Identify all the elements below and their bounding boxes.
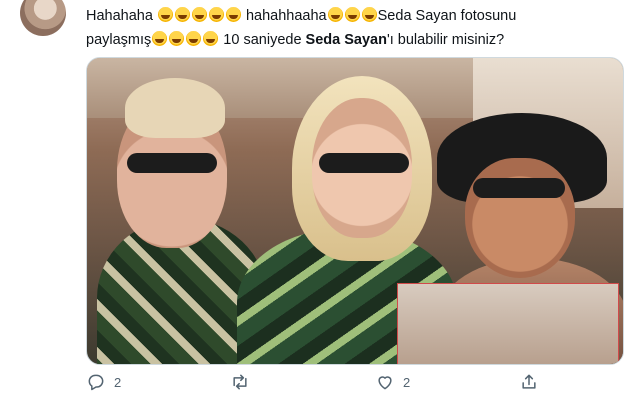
reply-button[interactable]: 2 [86,372,121,392]
share-button[interactable] [519,372,539,392]
tweet-actions: 2 2 [86,372,616,398]
sunglasses [127,153,217,173]
share-icon [522,374,536,389]
tweet-text: Hahahaha hahahhaaha Seda Sayan fotosunu p… [86,4,616,52]
like-count: 2 [403,374,411,390]
sunglasses [473,178,565,198]
tweet-text-part: 'ı bulabilir misiniz? [386,32,505,48]
rofl-emoji-icon [186,31,202,46]
like-button[interactable]: 2 [375,372,410,392]
rofl-emoji-icon [344,7,360,22]
rofl-emoji-icon [157,7,173,22]
person-left-hair [125,78,225,138]
rofl-emoji-icon [152,31,168,46]
tweet-text-part: Hahahaha [86,8,153,24]
rofl-emoji-icon [327,7,343,22]
person-right-face [465,158,575,278]
rofl-emoji-icon [174,7,190,22]
tweet-photo[interactable] [86,57,624,365]
rofl-emoji-icon [203,31,219,46]
rofl-emoji-icon [191,7,207,22]
reply-icon [88,374,104,391]
tweet-text-part: Seda Sayan fotosunu [377,8,517,24]
rofl-emoji-icon [361,7,377,22]
sunglasses [319,153,409,173]
tweet-text-bold: Seda Sayan [305,32,387,48]
rofl-emoji-icon [169,31,185,46]
reply-count: 2 [114,374,122,390]
rofl-emoji-icon [225,7,241,22]
zoom-inset [397,283,619,364]
rofl-emoji-icon [208,7,224,22]
heart-icon [378,376,392,390]
avatar[interactable] [20,0,66,36]
tweet-text-part: 10 saniyede [219,32,306,48]
retweet-button[interactable] [230,372,250,392]
tweet-text-part: paylaşmış [86,32,152,48]
tweet-text-part: hahahhaaha [245,8,327,24]
retweet-icon [233,374,247,390]
